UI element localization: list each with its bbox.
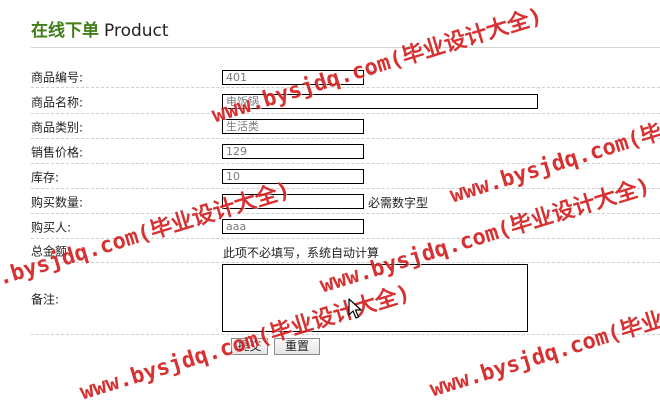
quantity-hint: 必需数字型 bbox=[368, 196, 429, 210]
total-note: 此项不必填写，系统自动计算 bbox=[223, 246, 380, 260]
title-en: Product bbox=[104, 21, 169, 41]
stock-label: 库存: bbox=[31, 170, 60, 184]
buyer-label: 购买人: bbox=[31, 220, 72, 234]
row-divider bbox=[31, 87, 660, 88]
buyer-input[interactable]: aaa bbox=[222, 219, 364, 234]
row-quantity: 购买数量: 必需数字型 bbox=[31, 189, 660, 214]
product-id-label: 商品编号: bbox=[31, 70, 84, 85]
category-input[interactable]: 生活类 bbox=[222, 119, 364, 134]
row-product-id: 商品编号: 401 * bbox=[31, 66, 660, 88]
category-label: 商品类别: bbox=[31, 120, 84, 134]
page-title: 在线下单 Product bbox=[31, 20, 169, 42]
remark-textarea[interactable] bbox=[222, 264, 528, 332]
row-buyer: 购买人: aaa bbox=[31, 214, 660, 239]
row-remark: 备注: bbox=[31, 263, 660, 335]
quantity-label: 购买数量: bbox=[31, 195, 84, 209]
quantity-input[interactable] bbox=[222, 194, 364, 209]
product-name-input[interactable]: 电饭锅 bbox=[222, 94, 538, 109]
total-label: 总金额: bbox=[31, 244, 72, 259]
product-id-input[interactable]: 401 bbox=[222, 70, 364, 85]
row-category: 商品类别: 生活类 bbox=[31, 114, 660, 139]
price-input[interactable]: 129 bbox=[222, 144, 364, 159]
row-product-name: 商品名称: 电饭锅 bbox=[31, 89, 660, 114]
row-price: 销售价格: 129 bbox=[31, 139, 660, 164]
product-name-label: 商品名称: bbox=[31, 95, 84, 109]
row-stock: 库存: 10 bbox=[31, 164, 660, 189]
title-cn: 在线下单 bbox=[31, 21, 99, 41]
reset-button[interactable]: 重置 bbox=[274, 338, 320, 355]
title-divider bbox=[31, 47, 660, 48]
stock-input[interactable]: 10 bbox=[222, 169, 364, 184]
price-label: 销售价格: bbox=[31, 145, 84, 159]
row-divider bbox=[31, 334, 660, 335]
row-total: 总金额: 此项不必填写，系统自动计算 bbox=[31, 239, 660, 263]
remark-label: 备注: bbox=[31, 292, 60, 307]
mouse-pointer-icon bbox=[348, 298, 362, 319]
required-mark: * bbox=[368, 68, 374, 82]
submit-button[interactable]: 提交 bbox=[231, 338, 268, 355]
